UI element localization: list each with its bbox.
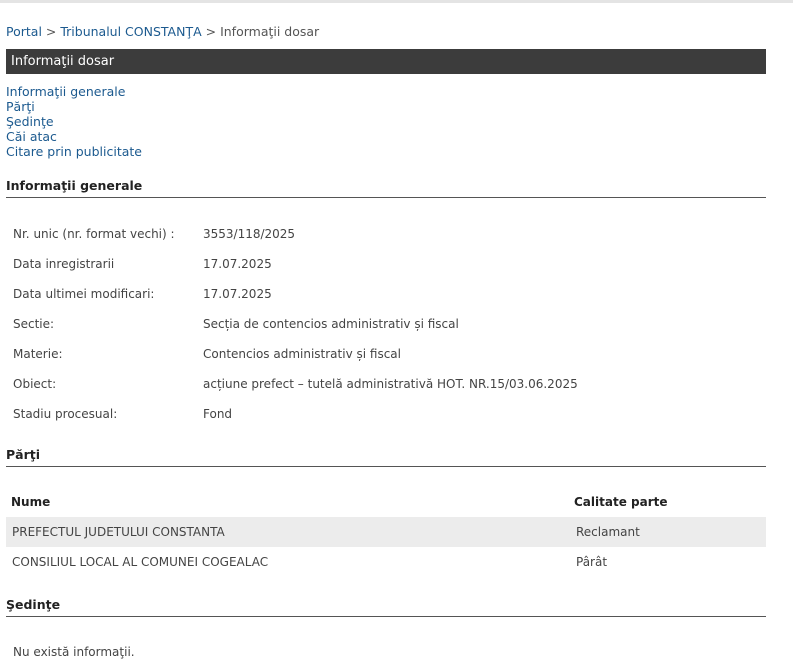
info-label: Stadiu procesual: [13, 407, 118, 421]
info-label: Sectie: [13, 317, 55, 331]
info-value: 17.07.2025 [203, 287, 272, 301]
info-row: Nr. unic (nr. format vechi) : 3553/118/2… [13, 219, 578, 249]
section-heading-sedinte: Şedinţe [6, 597, 766, 617]
breadcrumb-separator: > [201, 24, 221, 39]
breadcrumb: Portal > Tribunalul CONSTANŢA > Informaţ… [6, 24, 319, 39]
column-header-calitate: Calitate parte [574, 495, 668, 509]
general-info-table: Nr. unic (nr. format vechi) : 3553/118/2… [13, 219, 578, 429]
section-heading-general: Informaţii generale [6, 178, 766, 198]
top-border [0, 0, 793, 3]
info-label: Data ultimei modificari: [13, 287, 155, 301]
breadcrumb-separator: > [41, 24, 61, 39]
table-row: PREFECTUL JUDETULUI CONSTANTA Reclamant [6, 517, 766, 547]
info-label: Data inregistrarii [13, 257, 115, 271]
info-row: Sectie: Secția de contencios administrat… [13, 309, 578, 339]
section-nav: Informaţii generale Părţi Şedinţe Căi at… [6, 84, 142, 159]
section-heading-parti: Părţi [6, 447, 766, 467]
info-value: Fond [203, 407, 233, 421]
info-value: Secția de contencios administrativ și fi… [203, 317, 459, 331]
info-value: 17.07.2025 [203, 257, 272, 271]
parties-table: Nume Calitate parte PREFECTUL JUDETULUI … [6, 487, 766, 577]
empty-message: Nu există informaţii. [13, 645, 135, 659]
info-label: Materie: [13, 347, 63, 361]
breadcrumb-court-link[interactable]: Tribunalul CONSTANŢA [60, 24, 201, 39]
nav-link-sedinte[interactable]: Şedinţe [6, 114, 142, 129]
info-row: Data ultimei modificari: 17.07.2025 [13, 279, 578, 309]
party-name: PREFECTUL JUDETULUI CONSTANTA [12, 525, 225, 539]
party-role: Reclamant [576, 525, 640, 539]
nav-link-informatii-generale[interactable]: Informaţii generale [6, 84, 142, 99]
info-value: 3553/118/2025 [203, 227, 296, 241]
info-row: Data inregistrarii 17.07.2025 [13, 249, 578, 279]
column-header-nume: Nume [11, 495, 51, 509]
nav-link-cai-atac[interactable]: Căi atac [6, 129, 142, 144]
info-row: Materie: Contencios administrativ și fis… [13, 339, 578, 369]
party-name: CONSILIUL LOCAL AL COMUNEI COGEALAC [12, 555, 269, 569]
breadcrumb-current: Informaţii dosar [220, 24, 320, 39]
info-label: Nr. unic (nr. format vechi) : [13, 227, 175, 241]
page-title: Informaţii dosar [6, 49, 766, 74]
info-value: Contencios administrativ și fiscal [203, 347, 401, 361]
breadcrumb-portal-link[interactable]: Portal [6, 24, 42, 39]
nav-link-citare-publicitate[interactable]: Citare prin publicitate [6, 144, 142, 159]
party-role: Pârât [576, 555, 608, 569]
table-header-row: Nume Calitate parte [6, 487, 766, 517]
info-row: Obiect: acțiune prefect – tutelă adminis… [13, 369, 578, 399]
nav-link-parti[interactable]: Părţi [6, 99, 142, 114]
info-label: Obiect: [13, 377, 57, 391]
info-value: acțiune prefect – tutelă administrativă … [203, 377, 578, 391]
info-row: Stadiu procesual: Fond [13, 399, 578, 429]
table-row: CONSILIUL LOCAL AL COMUNEI COGEALAC Pârâ… [6, 547, 766, 577]
